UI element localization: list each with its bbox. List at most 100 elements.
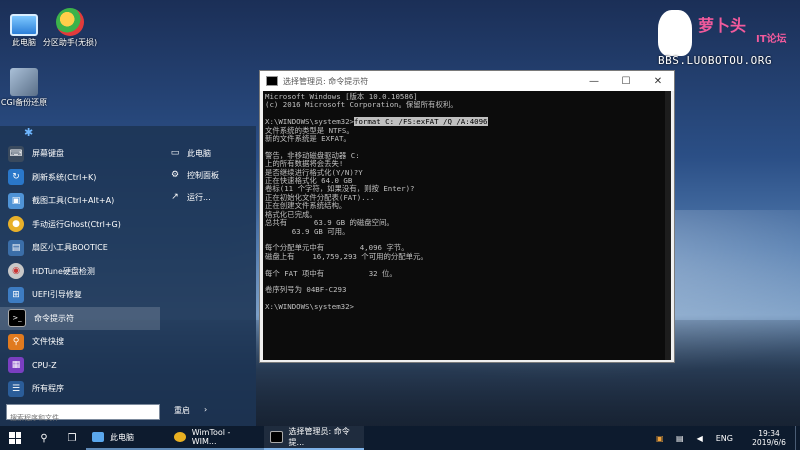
start-item-uefi-repair[interactable]: ⊞ UEFI引导修复 [0,283,160,307]
start-item-label: 文件快搜 [32,337,64,347]
start-item-label: UEFI引导修复 [32,290,82,300]
wimtool-icon [174,432,186,442]
terminal-area[interactable]: Microsoft Windows [版本 10.0.10586] (c) 201… [263,91,671,360]
maximize-button[interactable]: ☐ [610,76,642,87]
logo-brand: 萝卜头 [698,16,747,35]
partition-icon [56,8,84,36]
computer-icon [92,432,104,442]
command-prompt-window[interactable]: 选择管理员: 命令提示符 — ☐ ✕ Microsoft Windows [版本… [259,70,675,363]
taskbar: ⚲ ❐ 此电脑 WimTool - WIM... 选择管理员: 命令提... ▣… [0,426,800,450]
start-item-file-search[interactable]: ⚲ 文件快搜 [0,330,160,354]
start-item-refresh-system[interactable]: ↻ 刷新系统(Ctrl+K) [0,166,160,190]
input-language[interactable]: ENG [716,434,733,443]
desktop-icon-label: 此电脑 [12,38,36,47]
computer-icon: ▭ [170,148,180,158]
taskbar-app-label: WimTool - WIM... [191,428,231,446]
start-item-label: 扇区小工具BOOTICE [32,243,108,253]
highlighted-command: format C: /FS:exFAT /Q /A:4096 [354,117,488,127]
restart-button[interactable]: 重启 › [174,405,207,416]
start-item-label: 命令提示符 [34,313,74,323]
start-item-label: HDTune硬盘检测 [32,266,95,276]
desktop-icon-cgi[interactable]: CGI备份还原 [0,68,54,108]
search-button[interactable]: ⚲ [30,426,58,450]
terminal-line: 每个 FAT 项中有 32 位。 [265,268,397,278]
start-button[interactable] [0,426,30,450]
search-icon: ⚲ [40,432,48,444]
search-file-icon: ⚲ [8,333,24,350]
terminal-line: 磁盘上有 16,759,293 个可用的分配单元。 [265,251,428,261]
clock-time: 19:34 [758,429,780,438]
clock[interactable]: 19:34 2019/6/6 [743,429,795,447]
terminal-line: (c) 2016 Microsoft Corporation。保留所有权利。 [265,100,458,110]
taskbar-app-wimtool[interactable]: WimTool - WIM... [168,426,264,450]
luobotou-logo: 萝卜头 IT论坛 BBS.LUOBOTOU.ORG [652,6,800,68]
desktop-icon-partition-assistant[interactable]: 分区助手(无损) [40,8,100,48]
start-item-label: 刷新系统(Ctrl+K) [32,172,97,182]
close-button[interactable]: ✕ [642,76,674,87]
cmd-window-icon [266,76,278,86]
settings-gear-icon[interactable]: ✱ [24,126,36,139]
computer-icon [10,14,38,36]
control-panel-icon: ⚙ [170,170,180,180]
start-item-run-ghost[interactable]: ● 手动运行Ghost(Ctrl+G) [0,213,160,237]
restart-label: 重启 [174,406,190,415]
start-right-run[interactable]: ↗ 运行... [165,186,255,208]
bootice-icon: ▤ [8,239,24,256]
backup-icon [10,68,38,96]
cmd-icon: >_ [8,309,26,328]
logo-brand-sub: IT论坛 [756,34,787,45]
show-desktop-button[interactable] [795,426,800,450]
start-item-hdtune[interactable]: ◉ HDTune硬盘检测 [0,260,160,284]
cmd-icon [270,431,283,443]
start-item-on-screen-keyboard[interactable]: ⌨ 屏幕键盘 [0,142,160,166]
start-item-all-programs[interactable]: ☰ 所有程序 [0,377,160,401]
start-right-label: 此电脑 [187,148,211,158]
run-icon: ↗ [171,192,179,202]
network-icon[interactable]: ▤ [673,434,687,443]
minimize-button[interactable]: — [578,76,610,87]
cpu-icon: ▦ [8,357,24,374]
start-menu-right-pane: ▭ 此电脑 ⚙ 控制面板 ↗ 运行... [165,142,255,208]
terminal-text: Microsoft Windows [版本 10.0.10586] (c) 201… [265,92,488,312]
start-search-box[interactable] [6,404,160,425]
tray-app-icon[interactable]: ▣ [653,434,667,443]
keyboard-icon: ⌨ [8,145,24,162]
refresh-icon: ↻ [8,169,24,186]
terminal-line: X:\WINDOWS\system32> [265,302,354,312]
clock-date: 2019/6/6 [752,438,786,447]
start-item-label: CPU-Z [32,360,57,370]
terminal-line: 63.9 GB 可用。 [265,226,350,236]
scrollbar[interactable] [665,91,671,360]
chevron-right-icon: › [204,405,208,414]
desktop-icon-label: 分区助手(无损) [42,38,98,47]
taskbar-app-this-pc[interactable]: 此电脑 [86,426,168,450]
start-right-this-pc[interactable]: ▭ 此电脑 [165,142,255,164]
start-item-command-prompt[interactable]: >_ 命令提示符 [0,306,160,330]
terminal-line: 新的文件系统是 EXFAT。 [265,134,351,144]
start-item-label: 所有程序 [32,384,64,394]
task-view-button[interactable]: ❐ [58,426,86,450]
desktop-icon-label: CGI备份还原 [0,98,48,107]
start-item-cpu-z[interactable]: ▦ CPU-Z [0,354,160,378]
ghost-icon: ● [8,216,24,233]
start-item-screenshot-tool[interactable]: ▣ 截图工具(Ctrl+Alt+A) [0,189,160,213]
system-tray: ▣ ▤ ◀ ENG 19:34 2019/6/6 [650,426,800,450]
screenshot-icon: ▣ [8,192,24,209]
windows-logo-icon [9,432,21,444]
taskbar-app-label: 此电脑 [110,432,134,442]
start-search-input[interactable] [7,411,159,425]
start-item-label: 截图工具(Ctrl+Alt+A) [32,196,115,206]
mascot-icon [658,10,692,56]
volume-icon[interactable]: ◀ [693,434,707,443]
start-menu-program-list: ⌨ 屏幕键盘 ↻ 刷新系统(Ctrl+K) ▣ 截图工具(Ctrl+Alt+A) ● 手… [0,142,160,401]
start-menu: ✱ ⌨ 屏幕键盘 ↻ 刷新系统(Ctrl+K) ▣ 截图工具(Ctrl+Alt+A) … [0,126,256,427]
task-view-icon: ❐ [67,432,77,444]
hdtune-icon: ◉ [8,263,24,280]
start-right-label: 控制面板 [187,170,219,180]
taskbar-app-cmd[interactable]: 选择管理员: 命令提... [264,426,364,450]
start-item-label: 屏幕键盘 [32,149,64,159]
start-item-bootice[interactable]: ▤ 扇区小工具BOOTICE [0,236,160,260]
uefi-icon: ⊞ [8,286,24,303]
window-titlebar[interactable]: 选择管理员: 命令提示符 — ☐ ✕ [260,71,674,91]
start-right-control-panel[interactable]: ⚙ 控制面板 [165,164,255,186]
